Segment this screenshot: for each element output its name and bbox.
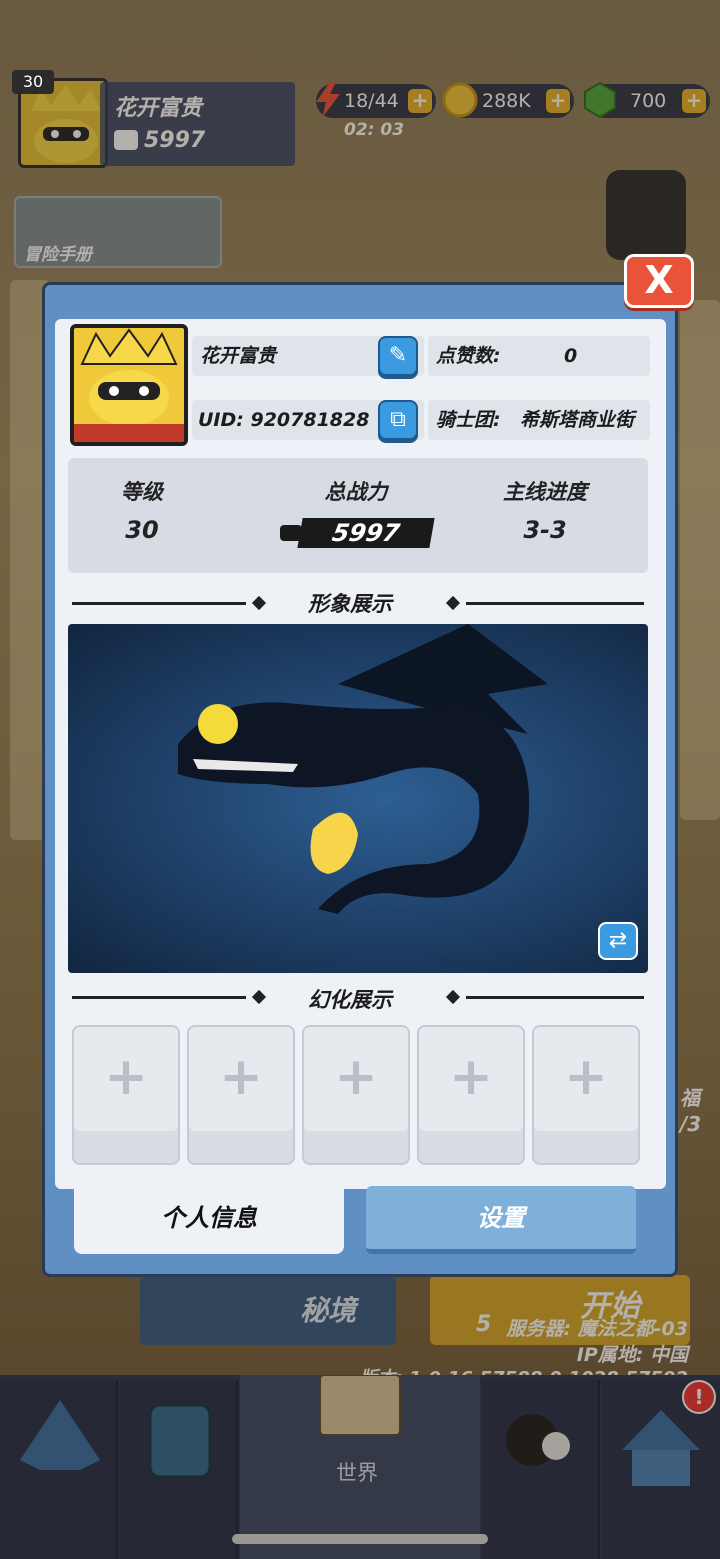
likes-label: 点赞数: — [436, 345, 501, 367]
swap-appearance-button[interactable]: ⇄ — [598, 922, 638, 960]
add-plus-icon: + — [334, 1047, 378, 1107]
profile-avatar[interactable] — [70, 324, 188, 446]
tab-settings[interactable]: 设置 — [366, 1186, 636, 1254]
add-plus-icon: + — [104, 1047, 148, 1107]
game-screen: { "hud": { "level": "30", "player_name":… — [0, 0, 720, 1559]
add-plus-icon: + — [219, 1047, 263, 1107]
slot-face: + — [74, 1027, 178, 1131]
transform-slot[interactable]: + — [417, 1025, 525, 1165]
slot-face: + — [304, 1027, 408, 1131]
swap-arrows-icon: ⇄ — [608, 928, 628, 953]
likes-row: 点赞数: 0 — [428, 336, 650, 376]
guild-row: 骑士团: 希斯塔商业街 — [428, 400, 650, 440]
level-label: 等级 — [121, 480, 163, 504]
transform-slot[interactable]: + — [302, 1025, 410, 1165]
player-level-badge: 30 — [12, 70, 54, 94]
transform-title: 幻化展示 — [308, 988, 392, 1012]
transform-slot[interactable]: + — [532, 1025, 640, 1165]
section-divider — [466, 996, 644, 999]
guild-name: 希斯塔商业街 — [520, 409, 635, 431]
pencil-icon: ✎ — [388, 343, 408, 368]
appearance-title: 形象展示 — [308, 592, 392, 616]
transform-slot[interactable]: + — [72, 1025, 180, 1165]
total-power-value: 5997 — [297, 518, 435, 548]
close-button[interactable]: X — [624, 254, 694, 308]
profile-name: 花开富贵 — [200, 345, 277, 367]
profile-portrait — [74, 328, 184, 442]
copy-icon: ⧉ — [390, 407, 406, 432]
transform-slot[interactable]: + — [187, 1025, 295, 1165]
copy-uid-button[interactable]: ⧉ — [378, 400, 418, 440]
tab-personal-info[interactable]: 个人信息 — [74, 1186, 344, 1254]
progress-value: 3-3 — [523, 516, 567, 544]
slot-face: + — [534, 1027, 638, 1131]
progress-label: 主线进度 — [503, 480, 587, 504]
likes-value: 0 — [564, 345, 578, 367]
guild-label: 骑士团: — [436, 409, 501, 431]
stats-panel: 等级 30 总战力 主线进度 3-3 — [68, 458, 648, 573]
dragon-illustration — [178, 624, 548, 914]
section-divider — [72, 996, 246, 999]
power-label: 总战力 — [324, 480, 388, 504]
add-plus-icon: + — [564, 1047, 608, 1107]
slot-face: + — [419, 1027, 523, 1131]
slot-face: + — [189, 1027, 293, 1131]
uid-value: UID: 920781828 — [198, 409, 370, 431]
edit-name-button[interactable]: ✎ — [378, 336, 418, 376]
section-divider — [72, 602, 246, 605]
section-divider — [466, 602, 644, 605]
add-plus-icon: + — [449, 1047, 493, 1107]
character-showcase[interactable] — [68, 624, 648, 973]
level-value: 30 — [125, 516, 159, 544]
